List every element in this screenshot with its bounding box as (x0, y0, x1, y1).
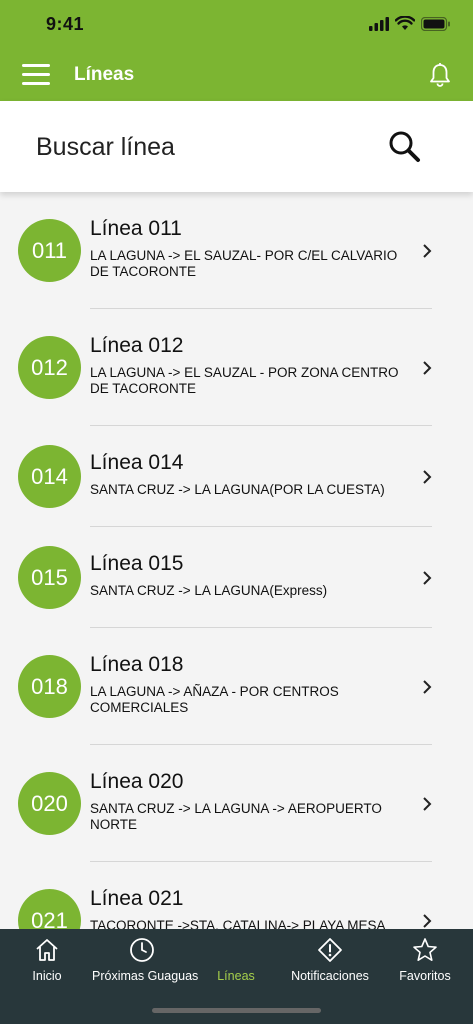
hamburger-icon-bar (22, 64, 50, 67)
tab-notificaciones[interactable]: Notificaciones (282, 929, 378, 999)
tab-label: Próximas Guaguas (92, 969, 199, 983)
line-badge: 020 (18, 772, 81, 835)
app-bar: Líneas (0, 50, 473, 101)
line-title: Línea 018 (90, 653, 184, 676)
chevron-right-icon (423, 680, 432, 694)
alert-icon (318, 938, 342, 962)
line-badge: 014 (18, 445, 81, 508)
wifi-icon (395, 16, 415, 30)
list-item[interactable]: 018 Línea 018 LA LAGUNA -> AÑAZA - POR C… (0, 628, 473, 745)
page-title: Líneas (74, 64, 135, 85)
chevron-right-icon (423, 470, 432, 484)
battery-icon (421, 16, 450, 31)
tab-lineas[interactable]: Líneas (204, 929, 268, 999)
chevron-right-icon (423, 571, 432, 585)
chevron-right-icon (423, 361, 432, 375)
line-badge: 021 (18, 889, 81, 929)
star-icon (413, 938, 437, 961)
list-item[interactable]: 015 Línea 015 SANTA CRUZ -> LA LAGUNA(Ex… (0, 527, 473, 628)
line-route: SANTA CRUZ -> LA LAGUNA(Express) (90, 583, 328, 598)
line-badge: 011 (18, 219, 81, 282)
line-route: TACORONTE ->STA. CATALINA-> PLAYA MESA (90, 918, 386, 929)
line-title: Línea 021 (90, 887, 184, 910)
line-title: Línea 020 (90, 770, 184, 793)
status-time: 9:41 (46, 14, 85, 34)
line-title: Línea 015 (90, 552, 184, 575)
list-item[interactable]: 014 Línea 014 SANTA CRUZ -> LA LAGUNA(PO… (0, 426, 473, 527)
line-title: Línea 011 (90, 217, 182, 240)
chevron-right-icon (423, 797, 432, 811)
signal-icon (369, 16, 389, 31)
search-icon[interactable] (388, 130, 422, 164)
home-icon (36, 939, 58, 961)
chevron-right-icon (423, 244, 432, 258)
list-item[interactable]: 020 Línea 020 SANTA CRUZ -> LA LAGUNA ->… (0, 745, 473, 862)
line-route: LA LAGUNA -> AÑAZA - POR CENTROS COMERCI… (90, 684, 339, 715)
line-route: LA LAGUNA -> EL SAUZAL- POR C/EL CALVARI… (90, 248, 398, 279)
tab-proximas-guaguas[interactable]: Próximas Guaguas (92, 929, 199, 999)
status-icons (369, 16, 451, 31)
line-route: LA LAGUNA -> EL SAUZAL - POR ZONA CENTRO… (90, 365, 399, 396)
hamburger-icon-bar (22, 82, 50, 85)
home-indicator (152, 1008, 321, 1013)
list-item[interactable]: 012 Línea 012 LA LAGUNA -> EL SAUZAL - P… (0, 309, 473, 426)
list-item[interactable]: 021 Línea 021 TACORONTE ->STA. CATALINA-… (0, 862, 473, 929)
line-badge: 012 (18, 336, 81, 399)
tab-label: Notificaciones (291, 969, 369, 983)
line-badge: 018 (18, 655, 81, 718)
tab-label: Líneas (217, 969, 255, 983)
lines-list: 011 Línea 011 LA LAGUNA -> EL SAUZAL- PO… (0, 192, 473, 929)
line-badge: 015 (18, 546, 81, 609)
menu-button[interactable] (22, 64, 52, 86)
status-bar: 9:41 (0, 0, 473, 50)
chevron-right-icon (423, 914, 432, 928)
list-item[interactable]: 011 Línea 011 LA LAGUNA -> EL SAUZAL- PO… (0, 192, 473, 309)
search-input[interactable] (36, 130, 356, 164)
bell-icon[interactable] (429, 62, 451, 88)
tab-label: Favoritos (399, 969, 451, 983)
line-route: SANTA CRUZ -> LA LAGUNA(POR LA CUESTA) (90, 482, 385, 497)
line-route: SANTA CRUZ -> LA LAGUNA -> AEROPUERTO NO… (90, 801, 382, 832)
clock-icon (130, 938, 154, 962)
tab-inicio[interactable]: Inicio (14, 929, 80, 999)
tab-favoritos[interactable]: Favoritos (392, 929, 458, 999)
line-title: Línea 014 (90, 451, 184, 474)
hamburger-icon-bar (22, 73, 50, 76)
tab-label: Inicio (32, 969, 62, 983)
line-title: Línea 012 (90, 334, 184, 357)
